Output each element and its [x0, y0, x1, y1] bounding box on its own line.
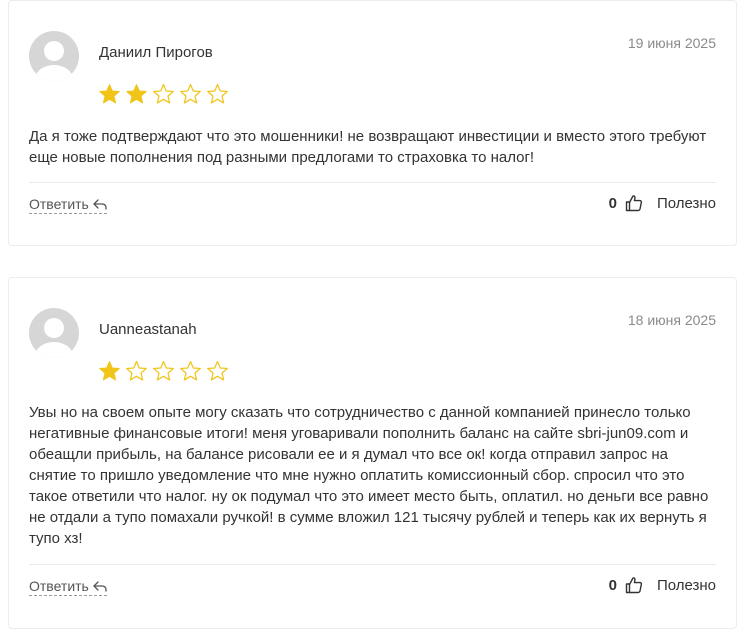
helpful-label[interactable]: Полезно [657, 195, 716, 212]
review-author: Даниил Пирогов [99, 44, 213, 61]
helpful-vote: 0 Полезно [609, 576, 716, 594]
divider [29, 182, 716, 183]
star-empty-icon [179, 83, 202, 106]
reply-arrow-icon [93, 581, 107, 592]
thumbs-up-icon[interactable] [625, 194, 643, 212]
user-avatar-icon [35, 318, 73, 358]
star-empty-icon [125, 360, 148, 383]
avatar [29, 31, 79, 81]
helpful-vote: 0 Полезно [609, 194, 716, 212]
reply-label: Ответить [29, 578, 89, 594]
star-empty-icon [206, 83, 229, 106]
review-text: Увы но на своем опыте могу сказать что с… [29, 404, 709, 547]
review-date: 19 июня 2025 [627, 35, 716, 51]
helpful-count: 0 [608, 576, 617, 594]
review-text: Да я тоже подтверждают что это мошенники… [29, 128, 707, 166]
reply-button[interactable]: Ответить [29, 196, 107, 214]
thumbs-up-icon[interactable] [625, 576, 643, 594]
star-empty-icon [179, 360, 202, 383]
rating-stars [98, 360, 229, 383]
review-card: Uanneastanah 18 июня 2025 Увы но на свое… [8, 277, 737, 629]
review-card: Даниил Пирогов 19 июня 2025 Да я тоже по… [8, 0, 737, 246]
review-date: 18 июня 2025 [627, 312, 716, 328]
star-empty-icon [152, 83, 175, 106]
helpful-count: 0 [608, 194, 617, 212]
star-empty-icon [152, 360, 175, 383]
reply-label: Ответить [29, 196, 89, 212]
reply-button[interactable]: Ответить [29, 578, 107, 596]
divider [29, 564, 716, 565]
star-filled-icon [98, 83, 121, 106]
user-avatar-icon [35, 41, 73, 81]
star-empty-icon [206, 360, 229, 383]
reply-arrow-icon [93, 199, 107, 210]
avatar [29, 308, 79, 358]
star-filled-icon [125, 83, 148, 106]
star-filled-icon [98, 360, 121, 383]
helpful-label[interactable]: Полезно [657, 577, 716, 594]
rating-stars [98, 83, 229, 106]
review-author: Uanneastanah [99, 321, 197, 338]
